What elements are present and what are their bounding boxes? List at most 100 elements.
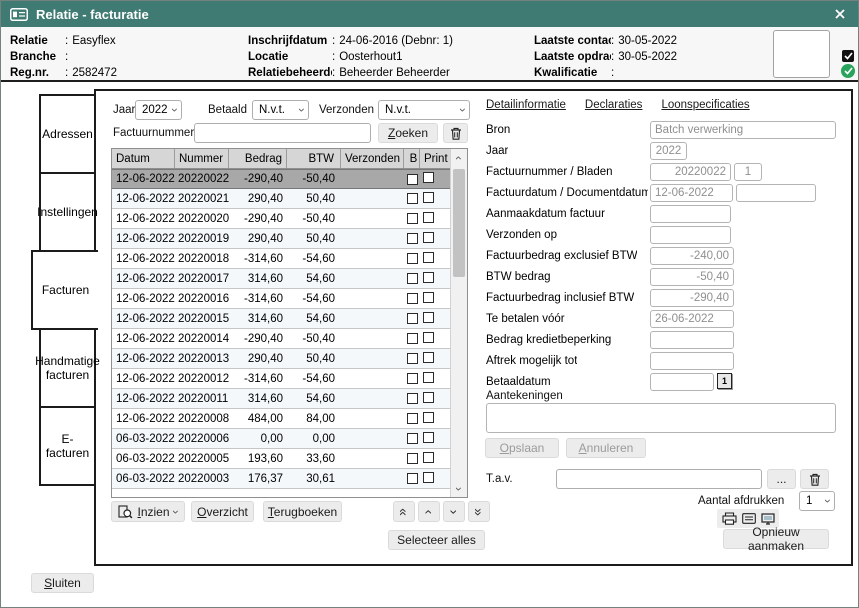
first-record-button[interactable]: « <box>393 501 415 522</box>
jaar-select[interactable]: 2022 › <box>135 100 182 120</box>
print-checkbox[interactable] <box>423 332 434 343</box>
b-checkbox[interactable] <box>407 174 418 185</box>
print-checkbox[interactable] <box>423 172 434 183</box>
b-checkbox[interactable] <box>407 473 418 484</box>
column-header-bedrag[interactable]: Bedrag <box>229 149 287 168</box>
print-checkbox[interactable] <box>423 292 434 303</box>
b-checkbox[interactable] <box>407 453 418 464</box>
opnieuw-aanmaken-button[interactable]: Opnieuw aanmaken <box>723 529 829 549</box>
previous-record-button[interactable]: ‹ <box>418 501 440 522</box>
aantekeningen-textarea[interactable] <box>486 403 836 433</box>
print-checkbox[interactable] <box>423 372 434 383</box>
detail-input[interactable] <box>650 352 734 370</box>
b-checkbox[interactable] <box>407 433 418 444</box>
invoice-row[interactable]: 12-06-202220220022-290,40-50,40 <box>112 169 467 189</box>
tav-trash-button[interactable] <box>800 469 829 489</box>
invoice-row[interactable]: 12-06-202220220008484,0084,00 <box>112 409 467 429</box>
tab-detailinformatie[interactable]: Detailinformatie <box>486 99 566 111</box>
column-header-nummer[interactable]: Nummer <box>175 149 229 168</box>
print-checkbox[interactable] <box>423 272 434 283</box>
invoice-row[interactable]: 12-06-202220220019290,4050,40 <box>112 229 467 249</box>
print-checkbox[interactable] <box>423 212 434 223</box>
email-icon[interactable] <box>742 513 756 524</box>
invoice-row[interactable]: 12-06-202220220011314,6054,60 <box>112 389 467 409</box>
monitor-icon[interactable] <box>761 513 775 525</box>
b-checkbox[interactable] <box>407 333 418 344</box>
aantal-afdrukken-select[interactable]: 1 › <box>799 491 835 511</box>
table-scrollbar[interactable]: ‹ › <box>450 149 467 497</box>
calendar-icon[interactable]: 1 <box>717 373 732 389</box>
sidebar-tab-facturen[interactable]: Facturen <box>31 250 98 330</box>
print-checkbox[interactable] <box>423 432 434 443</box>
invoice-row[interactable]: 12-06-202220220017314,6054,60 <box>112 269 467 289</box>
terugboeken-button[interactable]: Terugboeken <box>263 501 342 522</box>
column-header-datum[interactable]: Datum <box>112 149 175 168</box>
print-checkbox[interactable] <box>423 252 434 263</box>
invoice-row[interactable]: 12-06-202220220012-314,60-54,60 <box>112 369 467 389</box>
annuleren-button[interactable]: Annuleren <box>566 438 646 458</box>
tav-input[interactable] <box>556 469 762 489</box>
scroll-down-icon[interactable]: › <box>451 480 467 497</box>
b-checkbox[interactable] <box>407 293 418 304</box>
column-header-btw[interactable]: BTW <box>287 149 341 168</box>
print-checkbox[interactable] <box>423 312 434 323</box>
b-checkbox[interactable] <box>407 193 418 204</box>
print-checkbox[interactable] <box>423 392 434 403</box>
next-record-button[interactable]: › <box>443 501 465 522</box>
b-checkbox[interactable] <box>407 273 418 284</box>
invoice-row[interactable]: 06-03-202220220003176,3730,61 <box>112 469 467 489</box>
invoice-row[interactable]: 12-06-202220220014-290,40-50,40 <box>112 329 467 349</box>
sidebar-tab-e-facturen[interactable]: E-facturen <box>39 406 96 486</box>
invoice-row[interactable]: 12-06-202220220015314,6054,60 <box>112 309 467 329</box>
column-header-b[interactable]: B <box>404 149 420 168</box>
invoice-row[interactable]: 12-06-202220220013290,4050,40 <box>112 349 467 369</box>
b-checkbox[interactable] <box>407 213 418 224</box>
column-header-print[interactable]: Print <box>420 149 451 168</box>
b-checkbox[interactable] <box>407 233 418 244</box>
print-checkbox[interactable] <box>423 352 434 363</box>
clear-filter-trash-button[interactable] <box>443 123 468 143</box>
overzicht-button[interactable]: Overzicht <box>191 501 254 522</box>
scrollbar-thumb[interactable] <box>453 169 465 277</box>
sidebar-tab-adressen[interactable]: Adressen <box>39 94 96 174</box>
opslaan-button[interactable]: Opslaan <box>485 438 559 458</box>
verzonden-select[interactable]: N.v.t. › <box>378 100 470 120</box>
invoice-row[interactable]: 12-06-202220220018-314,60-54,60 <box>112 249 467 269</box>
tav-browse-button[interactable]: ... <box>767 469 796 489</box>
invoice-row[interactable]: 12-06-202220220020-290,40-50,40 <box>112 209 467 229</box>
detail-input[interactable] <box>736 184 816 202</box>
black-checkbox-icon[interactable] <box>842 50 854 62</box>
betaald-select[interactable]: N.v.t. › <box>252 100 309 120</box>
last-record-button[interactable]: » <box>468 501 490 522</box>
b-checkbox[interactable] <box>407 253 418 264</box>
detail-input[interactable] <box>650 373 714 391</box>
print-checkbox[interactable] <box>423 412 434 423</box>
b-checkbox[interactable] <box>407 393 418 404</box>
invoice-row[interactable]: 12-06-202220220021290,4050,40 <box>112 189 467 209</box>
sidebar-tab-instellingen[interactable]: Instellingen <box>39 172 96 252</box>
detail-input[interactable] <box>650 331 734 349</box>
invoice-row[interactable]: 12-06-202220220016-314,60-54,60 <box>112 289 467 309</box>
zoeken-button[interactable]: Zoeken <box>378 123 438 143</box>
b-checkbox[interactable] <box>407 313 418 324</box>
invoice-row[interactable]: 06-03-2022202200060,000,00 <box>112 429 467 449</box>
b-checkbox[interactable] <box>407 353 418 364</box>
print-checkbox[interactable] <box>423 452 434 463</box>
factuurnummer-input[interactable] <box>194 123 371 143</box>
b-checkbox[interactable] <box>407 373 418 384</box>
print-checkbox[interactable] <box>423 192 434 203</box>
print-checkbox[interactable] <box>423 232 434 243</box>
tab-declaraties[interactable]: Declaraties <box>585 99 643 111</box>
invoice-row[interactable]: 06-03-202220220005193,6033,60 <box>112 449 467 469</box>
sluiten-button[interactable]: Sluiten <box>31 573 94 593</box>
sidebar-tab-handmatige-facturen[interactable]: Handmatige facturen <box>39 328 96 408</box>
scroll-up-icon[interactable]: ‹ <box>451 149 467 166</box>
tab-loonspecificaties[interactable]: Loonspecificaties <box>661 99 749 111</box>
print-checkbox[interactable] <box>423 472 434 483</box>
close-icon[interactable] <box>831 5 849 23</box>
selecteer-alles-button[interactable]: Selecteer alles <box>388 530 485 550</box>
b-checkbox[interactable] <box>407 413 418 424</box>
inzien-button[interactable]: Inzien › <box>111 501 185 522</box>
column-header-verzonden[interactable]: Verzonden <box>341 149 404 168</box>
printer-icon[interactable] <box>722 512 737 525</box>
